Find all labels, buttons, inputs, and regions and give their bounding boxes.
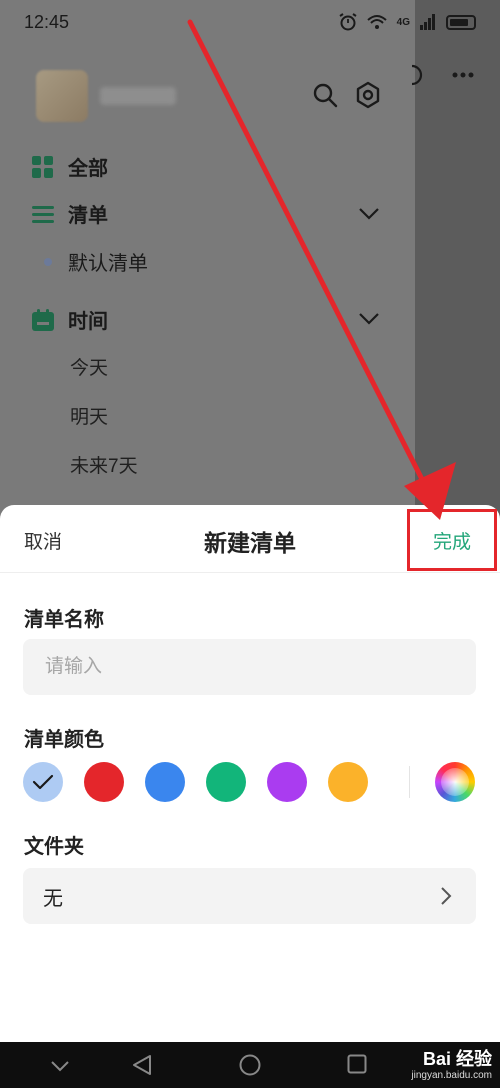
chevron-right-icon: [441, 887, 452, 905]
status-bar: 12:45 4G: [0, 0, 500, 44]
alarm-icon: [339, 13, 357, 31]
sheet-header: 取消 新建清单 完成: [0, 505, 500, 573]
network-type: 4G: [396, 16, 410, 28]
watermark: Bai 经验 jingyan.baidu.com: [411, 1050, 492, 1081]
list-name-input[interactable]: [23, 639, 476, 695]
done-button[interactable]: 完成: [407, 509, 497, 571]
color-swatch-purple[interactable]: [267, 762, 307, 802]
signal-icon: [420, 14, 435, 30]
system-nav-bar: Bai 经验 jingyan.baidu.com: [0, 1042, 500, 1088]
folder-selector[interactable]: 无: [23, 868, 476, 924]
battery-icon: [446, 14, 476, 30]
avatar[interactable]: [36, 70, 88, 122]
folder-label: 文件夹: [24, 836, 84, 858]
drawer-item-time[interactable]: 时间: [32, 305, 108, 334]
drawer-item-label: 清单: [68, 205, 108, 227]
partial-circle-icon[interactable]: [410, 64, 424, 86]
color-swatch-yellow[interactable]: [328, 762, 368, 802]
username-blurred: [100, 87, 176, 105]
hide-keyboard-icon[interactable]: [50, 1060, 70, 1072]
drawer-item-all[interactable]: 全部: [32, 152, 108, 181]
drawer-item-label: 默认清单: [68, 253, 148, 275]
recents-icon[interactable]: [347, 1054, 367, 1074]
grid-icon: [32, 155, 54, 178]
drawer-item-next7days[interactable]: 未来7天: [70, 451, 138, 478]
chevron-down-icon[interactable]: [358, 312, 380, 326]
more-icon[interactable]: [452, 72, 474, 78]
main-toolbar: [410, 64, 474, 86]
watermark-brand: Bai 经验: [422, 1049, 492, 1069]
color-wheel-icon[interactable]: [435, 762, 475, 802]
color-swatch-green[interactable]: [206, 762, 246, 802]
color-swatch-red[interactable]: [84, 762, 124, 802]
divider: [409, 766, 410, 798]
calendar-icon: [32, 308, 54, 331]
chevron-down-icon[interactable]: [358, 207, 380, 221]
settings-icon[interactable]: [353, 80, 383, 110]
background-app: 全部 清单 默认清单 时间 今天 明天 未来7天 12:45 4G: [0, 0, 500, 520]
watermark-site: jingyan.baidu.com: [411, 1070, 492, 1081]
list-color-label: 清单颜色: [24, 729, 104, 751]
search-icon[interactable]: [310, 80, 340, 110]
wifi-icon: [366, 15, 387, 29]
drawer-item-lists[interactable]: 清单: [32, 199, 108, 228]
folder-value: 无: [43, 887, 63, 910]
drawer-item-tomorrow[interactable]: 明天: [70, 402, 108, 429]
list-name-label: 清单名称: [24, 609, 104, 631]
home-icon[interactable]: [239, 1054, 261, 1076]
drawer-item-default-list[interactable]: 默认清单: [44, 247, 148, 276]
drawer-item-label: 时间: [68, 311, 108, 333]
color-swatch-light-blue[interactable]: [23, 762, 63, 802]
side-drawer: 全部 清单 默认清单 时间 今天 明天 未来7天: [0, 0, 415, 520]
drawer-item-label: 全部: [68, 158, 108, 180]
new-list-sheet: 取消 新建清单 完成 清单名称 清单颜色 文件夹 无: [0, 505, 500, 1042]
back-icon[interactable]: [132, 1054, 152, 1076]
drawer-item-today[interactable]: 今天: [70, 353, 108, 380]
dot-icon: [44, 257, 52, 266]
status-time: 12:45: [24, 11, 70, 32]
checkmark-icon: [32, 774, 54, 790]
color-swatch-blue[interactable]: [145, 762, 185, 802]
list-icon: [32, 205, 54, 223]
color-picker: [23, 762, 478, 802]
profile-header[interactable]: [36, 70, 176, 122]
status-icons: 4G: [339, 13, 476, 31]
